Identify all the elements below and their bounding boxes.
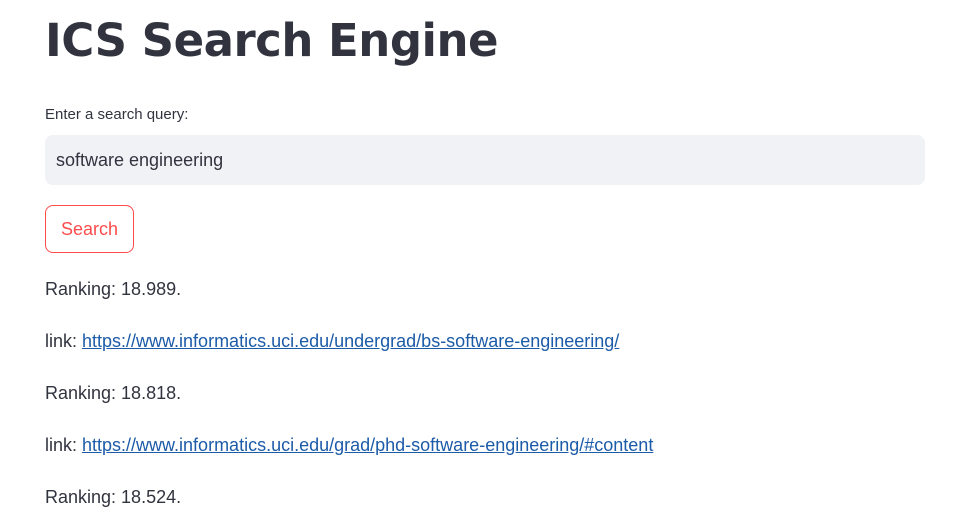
ranking-text: Ranking: 18.989. (45, 279, 182, 299)
search-button[interactable]: Search (45, 205, 134, 253)
page-title: ICS Search Engine (45, 14, 499, 67)
result-link-line: link: https://www.informatics.uci.edu/gr… (45, 434, 653, 457)
main-container: ICS Search Engine Enter a search query: … (0, 0, 963, 523)
result-link-line: link: https://www.informatics.uci.edu/un… (45, 330, 619, 353)
ranking-text: Ranking: 18.818. (45, 383, 182, 403)
search-query-label: Enter a search query: (45, 106, 189, 123)
search-input[interactable] (45, 135, 925, 185)
link-prefix: link: (45, 331, 83, 351)
result-link[interactable]: https://www.informatics.uci.edu/undergra… (82, 331, 619, 351)
link-prefix: link: (45, 435, 83, 455)
result-link[interactable]: https://www.informatics.uci.edu/grad/phd… (82, 435, 653, 455)
ranking-text: Ranking: 18.524. (45, 487, 182, 507)
